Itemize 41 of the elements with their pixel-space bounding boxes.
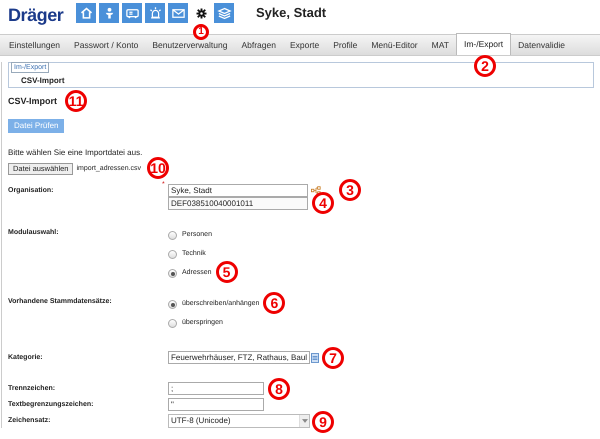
- radio-button[interactable]: [168, 250, 177, 259]
- callout-marker: 8: [268, 378, 290, 400]
- tab[interactable]: Exporte: [282, 35, 326, 55]
- callout-marker: 11: [65, 90, 88, 112]
- layers-icon: [216, 6, 232, 20]
- category-field[interactable]: Feuerwehrhäuser, FTZ, Rathaus, Baul: [168, 351, 310, 364]
- tab[interactable]: Profile: [326, 35, 364, 55]
- radio-button[interactable]: [168, 231, 177, 240]
- callout-marker: 7: [322, 347, 344, 369]
- breadcrumb-page: CSV-Import: [21, 75, 65, 87]
- tab[interactable]: Im-/Export: [456, 33, 512, 55]
- tab[interactable]: MAT: [424, 35, 456, 55]
- tab[interactable]: Menü-Editor: [364, 35, 425, 55]
- home-icon: [78, 6, 94, 20]
- list-icon[interactable]: [311, 352, 319, 362]
- tab[interactable]: Datenvalidie: [511, 35, 572, 55]
- gear-icon: [194, 6, 208, 20]
- tab[interactable]: Abfragen: [234, 35, 283, 55]
- tab[interactable]: Einstellungen: [2, 35, 68, 55]
- callout-marker: 5: [216, 261, 238, 284]
- alarm-light-icon: [148, 6, 162, 20]
- delimiter-field[interactable]: ": [168, 398, 264, 411]
- callout-marker: 3: [339, 179, 361, 201]
- callout-marker: 4: [312, 192, 334, 214]
- code-field[interactable]: DEF038510040001011: [168, 197, 308, 210]
- organisation-field[interactable]: Syke, Stadt: [168, 184, 308, 197]
- radio-button[interactable]: [168, 300, 177, 309]
- callout-marker: 1: [193, 24, 209, 40]
- tab[interactable]: Passwort / Konto: [67, 35, 146, 55]
- separator-field[interactable]: ;: [168, 382, 264, 395]
- instruction-text: Bitte wählen Sie eine Importdatei aus.: [8, 147, 144, 159]
- radio-button[interactable]: [168, 269, 177, 278]
- caret-icon: [302, 419, 308, 423]
- callout-marker: 9: [312, 411, 334, 433]
- tree-icon[interactable]: [311, 186, 321, 195]
- callout-marker: 6: [263, 292, 286, 314]
- page-title: Syke, Stadt: [256, 4, 326, 22]
- logo: Dräger: [8, 4, 64, 27]
- radio-button[interactable]: [168, 319, 177, 328]
- callout-marker: 2: [474, 55, 496, 77]
- callout-marker: 10: [147, 156, 170, 179]
